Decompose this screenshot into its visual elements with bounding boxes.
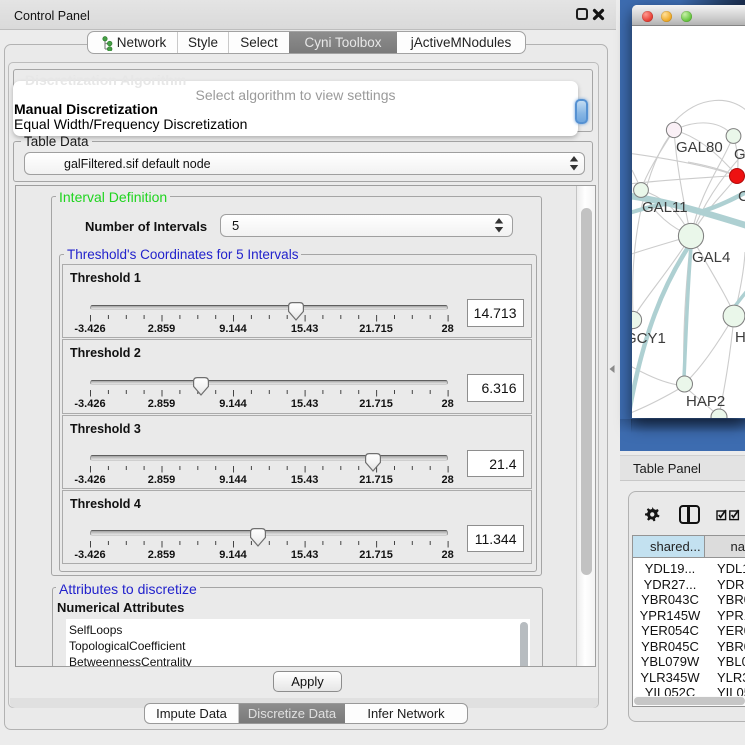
svg-text:GAL11: GAL11	[642, 199, 688, 216]
svg-text:GA: GA	[734, 146, 745, 163]
svg-text:HAP2: HAP2	[686, 393, 725, 410]
svg-text:C: C	[738, 188, 745, 205]
svg-text:GAL4: GAL4	[692, 249, 730, 266]
svg-text:GAL80: GAL80	[676, 139, 723, 156]
svg-text:GCY1: GCY1	[632, 330, 666, 347]
svg-text:H: H	[735, 329, 745, 346]
